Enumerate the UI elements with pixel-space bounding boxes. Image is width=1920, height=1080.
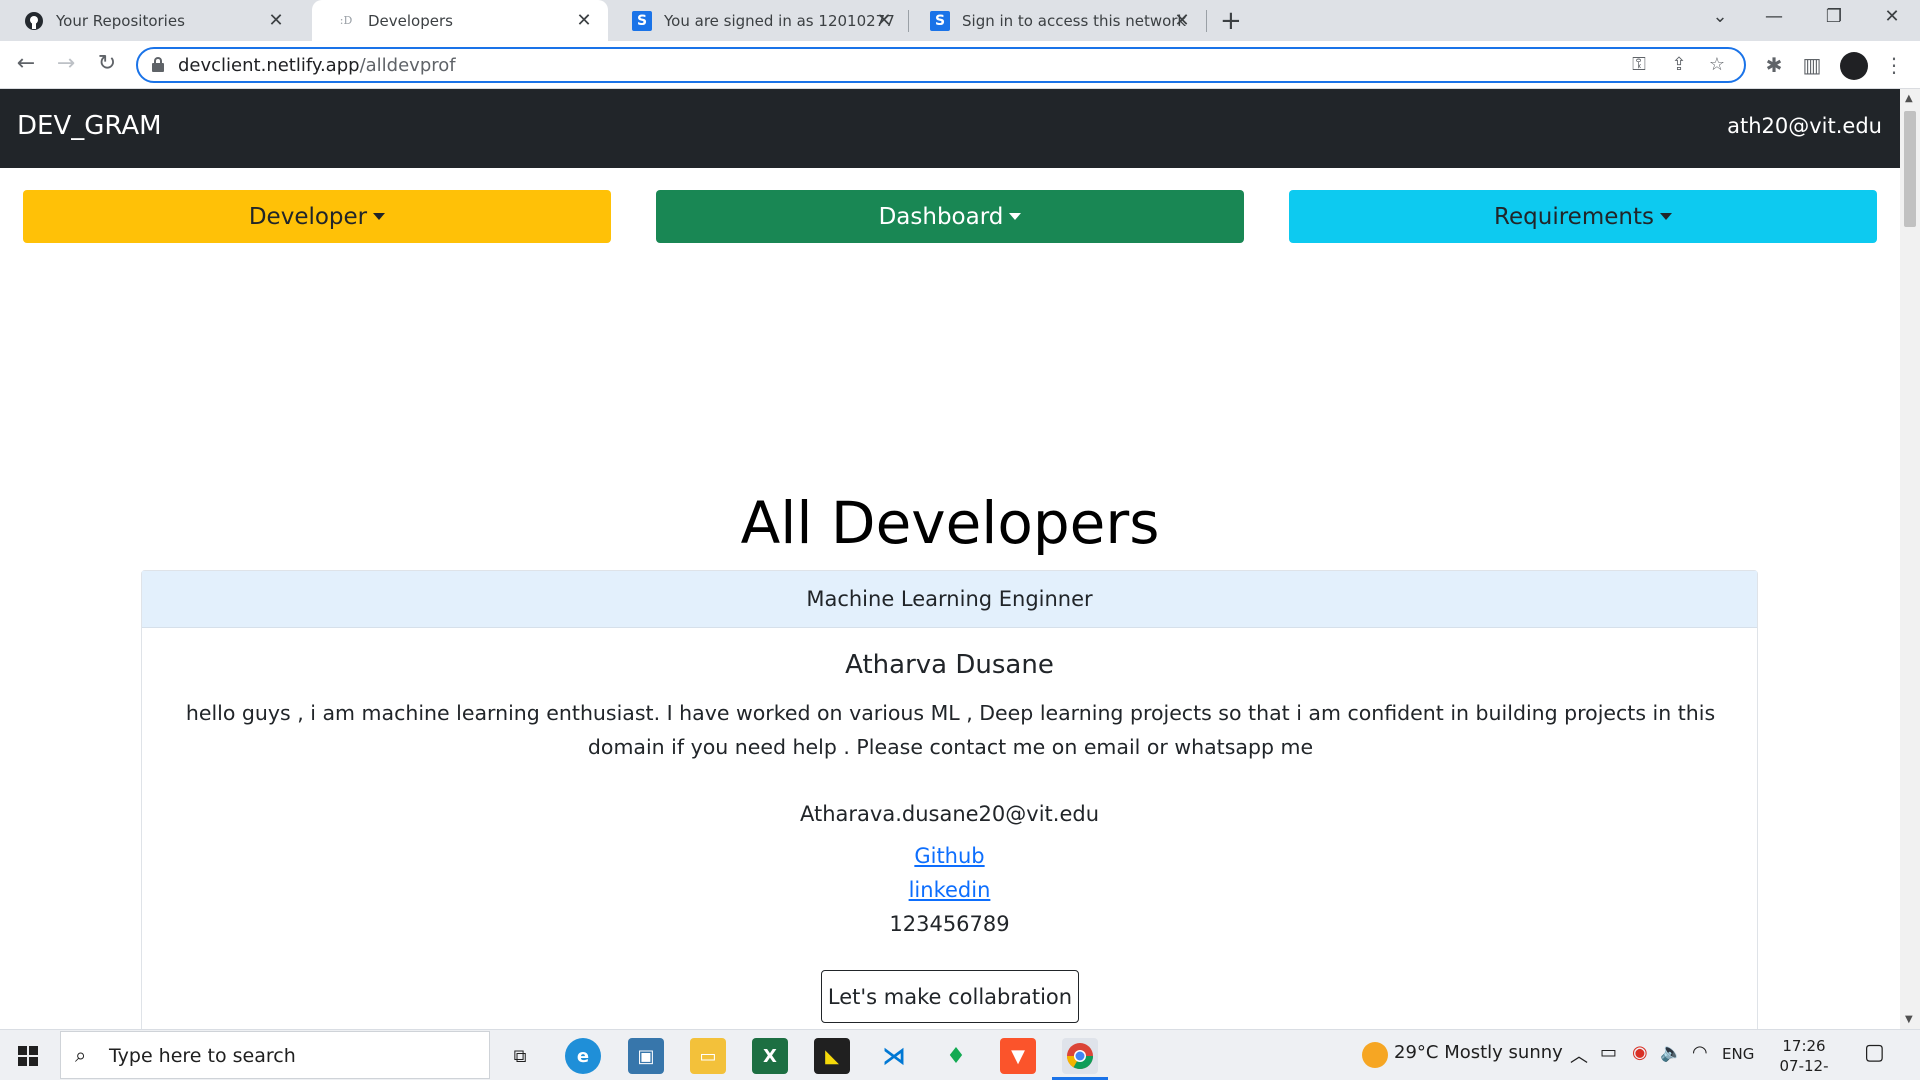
- browser-tab-strip: Your Repositories ✕ :D Developers ✕ S Yo…: [0, 0, 1920, 41]
- caret-down-icon: [1659, 213, 1672, 220]
- lock-icon[interactable]: [152, 57, 164, 73]
- side-panel-icon[interactable]: ▥: [1798, 53, 1826, 77]
- tab-title: You are signed in as 12010277: [664, 11, 895, 30]
- page-scrollbar[interactable]: ▲ ▼: [1900, 89, 1920, 1029]
- page-title: All Developers: [740, 489, 1160, 557]
- developer-bio: hello guys , i am machine learning enthu…: [185, 701, 1716, 759]
- clock-time: 17:26: [1782, 1037, 1826, 1055]
- weather-text[interactable]: 29°C Mostly sunny: [1394, 1042, 1563, 1063]
- edge-icon[interactable]: e: [565, 1038, 601, 1074]
- tab-title: Your Repositories: [56, 11, 185, 30]
- chevron-up-icon[interactable]: ︿: [1570, 1042, 1588, 1068]
- profile-avatar[interactable]: [1840, 52, 1868, 80]
- url-text[interactable]: devclient.netlify.app/alldevprof: [178, 55, 456, 76]
- volume-icon[interactable]: 🔈: [1660, 1042, 1682, 1063]
- search-icon: ⌕: [75, 1043, 87, 1067]
- tab-title: Developers: [368, 11, 453, 30]
- tab-your-repositories[interactable]: Your Repositories ✕: [0, 0, 300, 41]
- maximize-button[interactable]: ❐: [1816, 6, 1852, 27]
- scrollbar-thumb[interactable]: [1904, 111, 1916, 227]
- close-icon[interactable]: ✕: [266, 10, 286, 31]
- s-favicon-icon: S: [930, 10, 950, 31]
- requirements-dropdown-label: Requirements: [1494, 203, 1654, 230]
- caret-down-icon: [373, 213, 386, 220]
- python-ide-icon[interactable]: ▣: [628, 1038, 664, 1074]
- tab-title: Sign in to access this network: [962, 11, 1187, 30]
- language-indicator[interactable]: ENG: [1722, 1045, 1754, 1063]
- linkedin-link: linkedin: [142, 878, 1757, 902]
- antivirus-icon[interactable]: ◉: [1632, 1042, 1648, 1063]
- tab-signed-in[interactable]: S You are signed in as 12010277 ✕: [608, 0, 908, 41]
- close-icon[interactable]: ✕: [574, 10, 594, 31]
- back-button[interactable]: ←: [12, 51, 40, 76]
- menu-icon[interactable]: ⋮: [1880, 53, 1908, 77]
- weather-sun-icon: [1362, 1042, 1388, 1068]
- developer-card: Machine Learning Enginner Atharva Dusane…: [141, 570, 1758, 1029]
- scroll-up-icon[interactable]: ▲: [1905, 93, 1913, 104]
- github-link: Github: [142, 844, 1757, 868]
- windows-taskbar: ⌕ Type here to search ⧉ e ▣ ▭ X ◣ ⋊ ♦ ▼ …: [0, 1029, 1920, 1080]
- close-icon[interactable]: ✕: [874, 10, 894, 31]
- wifi-icon[interactable]: ◠: [1692, 1042, 1708, 1063]
- extensions-icon[interactable]: ✱: [1760, 53, 1788, 77]
- user-email: ath20@vit.edu: [1727, 114, 1882, 138]
- tab-developers[interactable]: :D Developers ✕: [312, 0, 608, 41]
- s-favicon-icon: S: [632, 10, 652, 31]
- excel-icon[interactable]: X: [752, 1038, 788, 1074]
- tab-separator: [1206, 10, 1207, 32]
- battery-icon[interactable]: ▭: [1600, 1042, 1617, 1063]
- github-icon: [24, 11, 44, 31]
- bookmark-star-icon[interactable]: ☆: [1704, 54, 1730, 75]
- mongodb-compass-icon[interactable]: ♦: [938, 1038, 974, 1074]
- dashboard-dropdown-label: Dashboard: [878, 203, 1004, 230]
- page-viewport: DEV_GRAM ath20@vit.edu Developer Dashboa…: [0, 89, 1900, 1029]
- file-explorer-icon[interactable]: ▭: [690, 1038, 726, 1074]
- developer-phone: 123456789: [889, 912, 1010, 936]
- github-link-text[interactable]: Github: [914, 844, 984, 868]
- app-navbar: DEV_GRAM ath20@vit.edu: [0, 89, 1900, 168]
- scroll-down-icon[interactable]: ▼: [1905, 1014, 1913, 1025]
- requirements-dropdown[interactable]: Requirements: [1289, 190, 1877, 243]
- taskbar-clock[interactable]: 17:26 07-12-2022: [1764, 1036, 1844, 1080]
- developer-email: Atharava.dusane20@vit.edu: [799, 802, 1099, 826]
- forward-button[interactable]: →: [52, 51, 80, 76]
- dev-favicon-icon: :D: [339, 14, 353, 27]
- share-icon[interactable]: ⇪: [1666, 54, 1692, 75]
- minimize-button[interactable]: —: [1756, 6, 1792, 27]
- tab-sign-in-network[interactable]: S Sign in to access this network ✕: [906, 0, 1206, 41]
- developer-role: Machine Learning Enginner: [142, 571, 1757, 628]
- developer-dropdown-label: Developer: [248, 203, 368, 230]
- collaboration-button[interactable]: Let's make collabration: [821, 970, 1079, 1023]
- browser-toolbar: ← → ↻ devclient.netlify.app/alldevprof ⚿…: [0, 41, 1920, 89]
- taskbar-search-placeholder: Type here to search: [109, 1045, 296, 1067]
- windows-start-icon[interactable]: [18, 1046, 38, 1066]
- tab-search-icon[interactable]: ⌄: [1702, 6, 1738, 27]
- notifications-icon[interactable]: ▢: [1864, 1040, 1885, 1065]
- linkedin-link-text[interactable]: linkedin: [909, 878, 991, 902]
- brave-icon[interactable]: ▼: [1000, 1038, 1036, 1074]
- address-bar[interactable]: devclient.netlify.app/alldevprof ⚿ ⇪ ☆: [136, 47, 1746, 83]
- brand-logo[interactable]: DEV_GRAM: [17, 111, 162, 141]
- vscode-icon[interactable]: ⋊: [876, 1038, 912, 1074]
- key-icon[interactable]: ⚿: [1626, 54, 1652, 75]
- task-view-icon[interactable]: ⧉: [502, 1038, 538, 1074]
- reload-button[interactable]: ↻: [93, 51, 121, 76]
- sticky-notes-icon[interactable]: ◣: [814, 1038, 850, 1074]
- chrome-icon[interactable]: [1062, 1038, 1098, 1074]
- developer-name: Atharva Dusane: [845, 650, 1054, 680]
- close-window-button[interactable]: ✕: [1874, 6, 1910, 27]
- clock-date: 07-12-2022: [1779, 1057, 1829, 1080]
- taskbar-search-input[interactable]: ⌕ Type here to search: [60, 1031, 490, 1079]
- dashboard-dropdown[interactable]: Dashboard: [656, 190, 1244, 243]
- developer-dropdown[interactable]: Developer: [23, 190, 611, 243]
- caret-down-icon: [1009, 213, 1022, 220]
- new-tab-button[interactable]: +: [1220, 6, 1242, 36]
- close-icon[interactable]: ✕: [1172, 10, 1192, 31]
